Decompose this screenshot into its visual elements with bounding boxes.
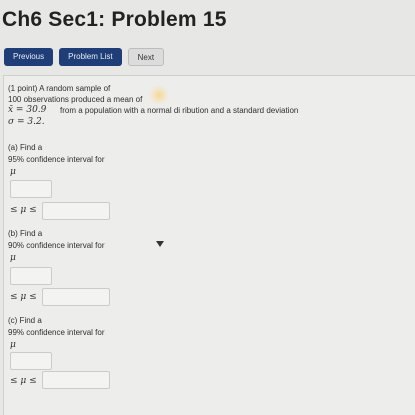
part-c-upper-input[interactable] <box>42 371 110 389</box>
part-a-inequality: ≤ μ ≤ <box>10 205 37 215</box>
part-b-level: 90% confidence interval for <box>8 241 105 250</box>
part-c-level: 99% confidence interval for <box>8 328 105 337</box>
part-a-heading: (a) Find a <box>8 143 43 152</box>
part-c-mu: μ <box>10 340 16 350</box>
problem-sample-size: 100 observations produced a mean of <box>8 95 143 104</box>
part-b-heading: (b) Find a <box>8 229 43 238</box>
problem-intro: (1 point) A random sample of <box>8 84 111 93</box>
part-a-mu: μ <box>10 167 16 177</box>
standard-deviation: σ = 3.2. <box>8 117 45 127</box>
part-a-level: 95% confidence interval for <box>8 155 105 164</box>
part-c-lower-input[interactable] <box>10 352 52 370</box>
previous-button[interactable]: Previous <box>4 48 54 66</box>
part-a-lower-input[interactable] <box>10 180 52 198</box>
part-a-upper-input[interactable] <box>42 202 110 220</box>
problem-population: from a population with a normal di ribut… <box>60 106 299 115</box>
part-b-inequality: ≤ μ ≤ <box>10 292 37 302</box>
mouse-cursor-icon <box>156 241 164 247</box>
part-c-heading: (c) Find a <box>8 316 42 325</box>
page-title: Ch6 Sec1: Problem 15 <box>2 8 227 31</box>
problem-list-button[interactable]: Problem List <box>59 48 122 66</box>
screen-glare <box>148 86 170 104</box>
part-b-lower-input[interactable] <box>10 267 52 285</box>
part-b-upper-input[interactable] <box>42 288 110 306</box>
part-b-mu: μ <box>10 253 16 263</box>
sample-mean: x̄ = 30.9 <box>8 105 47 115</box>
next-button[interactable]: Next <box>127 48 165 66</box>
part-c-inequality: ≤ μ ≤ <box>10 376 37 386</box>
nav-bar: Previous Problem List Next <box>4 48 165 66</box>
